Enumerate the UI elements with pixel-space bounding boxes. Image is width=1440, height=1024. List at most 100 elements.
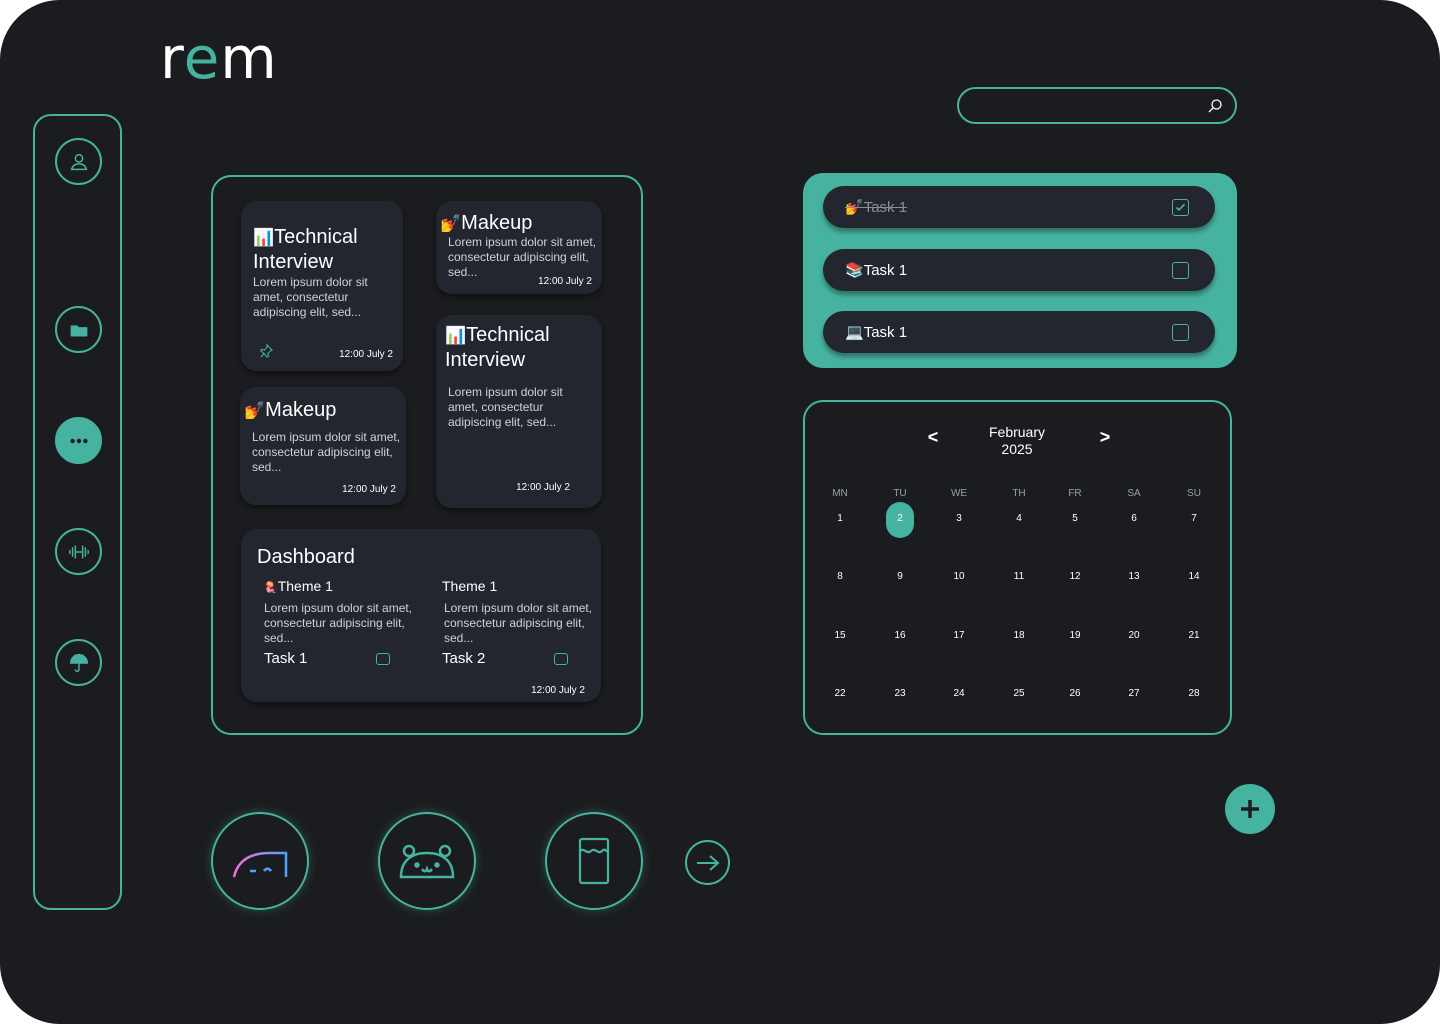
note-body: Lorem ipsum dolor sit amet, consectetur …: [253, 275, 368, 319]
task-row[interactable]: 📚Task 1: [823, 249, 1215, 291]
sidebar: [33, 114, 122, 910]
note-time: 12:00 July 2: [342, 484, 396, 495]
app-logo: rem: [160, 24, 278, 92]
task-row[interactable]: 💅Task 1: [823, 186, 1215, 228]
task-checkbox[interactable]: [1172, 324, 1189, 341]
speedometer-face-icon: [232, 851, 288, 878]
calendar-prev-button[interactable]: <: [923, 427, 943, 448]
theme-title: Theme 1: [442, 578, 498, 594]
calendar-day[interactable]: 17: [939, 630, 979, 641]
note-time: 12:00 July 2: [339, 349, 393, 360]
note-card[interactable]: 💅Makeup Lorem ipsum dolor sit amet, cons…: [240, 387, 406, 505]
sidebar-item-more[interactable]: [55, 417, 102, 464]
note-title: 💅Makeup: [244, 399, 337, 421]
calendar-weekday: MN: [832, 488, 848, 499]
calendar-day[interactable]: 16: [880, 630, 920, 641]
search-bar[interactable]: [957, 87, 1237, 124]
dashboard-task-checkbox[interactable]: [554, 653, 568, 665]
calendar-day[interactable]: 7: [1174, 513, 1214, 524]
calendar-day[interactable]: 23: [880, 688, 920, 699]
dashboard-task-label: Task 2: [442, 650, 486, 667]
note-title: 💅Makeup: [440, 212, 533, 234]
next-button[interactable]: [685, 840, 730, 885]
app-window: rem 📊Technical Interview Lorem ipsum dol…: [0, 0, 1440, 1024]
calendar-day[interactable]: 5: [1055, 513, 1095, 524]
task-checkbox[interactable]: [1172, 199, 1189, 216]
calendar-day[interactable]: 26: [1055, 688, 1095, 699]
quick-app-bear[interactable]: [378, 812, 476, 910]
calendar-next-button[interactable]: >: [1095, 427, 1115, 448]
calendar-day[interactable]: 22: [820, 688, 860, 699]
theme-title: 🪼Theme 1: [264, 578, 333, 594]
theme-body: Lorem ipsum dolor sit amet, consectetur …: [264, 601, 413, 645]
sidebar-item-profile[interactable]: [55, 138, 102, 185]
pin-icon[interactable]: [259, 344, 273, 358]
calendar-day[interactable]: 21: [1174, 630, 1214, 641]
calendar-day[interactable]: 2: [880, 513, 920, 524]
folder-icon: [70, 324, 87, 336]
quick-app-water[interactable]: [545, 812, 643, 910]
task-checkbox[interactable]: [1172, 262, 1189, 279]
quick-app-speedometer[interactable]: [211, 812, 309, 910]
calendar-weekday: TH: [1012, 488, 1026, 499]
arrow-right-icon: [696, 854, 720, 871]
bear-face-icon: [399, 844, 455, 879]
tasks-panel: 💅Task 1 📚Task 1 💻Task 1: [803, 173, 1237, 368]
calendar-day[interactable]: 19: [1055, 630, 1095, 641]
calendar-day[interactable]: 15: [820, 630, 860, 641]
calendar-day[interactable]: 11: [999, 571, 1039, 582]
note-time: 12:00 July 2: [538, 276, 592, 287]
dashboard-title: Dashboard: [257, 546, 355, 568]
umbrella-icon: [69, 653, 88, 672]
calendar-day[interactable]: 27: [1114, 688, 1154, 699]
calendar-day[interactable]: 4: [999, 513, 1039, 524]
calendar-weekday: WE: [950, 488, 968, 499]
note-card[interactable]: 📊Technical Interview Lorem ipsum dolor s…: [241, 201, 403, 371]
notes-panel: 📊Technical Interview Lorem ipsum dolor s…: [211, 175, 643, 735]
calendar-weekday: TU: [893, 488, 907, 499]
search-input[interactable]: [975, 95, 1205, 117]
calendar-day[interactable]: 25: [999, 688, 1039, 699]
theme-body: Lorem ipsum dolor sit amet, consectetur …: [444, 601, 593, 645]
sidebar-item-files[interactable]: [55, 306, 102, 353]
note-body: Lorem ipsum dolor sit amet, consectetur …: [448, 385, 563, 429]
calendar-day[interactable]: 14: [1174, 571, 1214, 582]
calendar-day[interactable]: 9: [880, 571, 920, 582]
task-row[interactable]: 💻Task 1: [823, 311, 1215, 353]
calendar-day[interactable]: 28: [1174, 688, 1214, 699]
calendar-day[interactable]: 12: [1055, 571, 1095, 582]
task-label: 📚Task 1: [845, 262, 908, 279]
calendar-day[interactable]: 24: [939, 688, 979, 699]
dashboard-time: 12:00 July 2: [531, 685, 585, 696]
add-button[interactable]: [1225, 784, 1275, 834]
note-time: 12:00 July 2: [516, 482, 570, 493]
sidebar-item-fitness[interactable]: [55, 528, 102, 575]
dashboard-card[interactable]: Dashboard 🪼Theme 1 Lorem ipsum dolor sit…: [241, 529, 601, 702]
search-icon[interactable]: [1207, 98, 1223, 114]
note-body: Lorem ipsum dolor sit amet, consectetur …: [448, 235, 597, 279]
calendar-weekday: SU: [1187, 488, 1201, 499]
dashboard-task-label: Task 1: [264, 650, 308, 667]
note-card[interactable]: 💅Makeup Lorem ipsum dolor sit amet, cons…: [436, 201, 602, 294]
dashboard-task-checkbox[interactable]: [376, 653, 390, 665]
calendar-day[interactable]: 18: [999, 630, 1039, 641]
plus-icon: [1241, 800, 1259, 818]
calendar-day[interactable]: 1: [820, 513, 860, 524]
calendar-month-title: February 2025: [988, 424, 1046, 457]
note-title: 📊Technical Interview: [253, 226, 358, 273]
more-icon: [69, 438, 88, 443]
note-card[interactable]: 📊Technical Interview Lorem ipsum dolor s…: [436, 315, 602, 508]
note-title: 📊Technical Interview: [445, 324, 550, 371]
user-icon: [70, 153, 87, 170]
water-glass-icon: [578, 837, 610, 885]
task-label: 💅Task 1: [845, 199, 908, 216]
calendar-day[interactable]: 10: [939, 571, 979, 582]
note-body: Lorem ipsum dolor sit amet, consectetur …: [252, 430, 401, 474]
calendar-day[interactable]: 20: [1114, 630, 1154, 641]
calendar-weekday: SA: [1127, 488, 1141, 499]
calendar-day[interactable]: 6: [1114, 513, 1154, 524]
calendar-day[interactable]: 8: [820, 571, 860, 582]
sidebar-item-weather[interactable]: [55, 639, 102, 686]
calendar-day[interactable]: 13: [1114, 571, 1154, 582]
calendar-day[interactable]: 3: [939, 513, 979, 524]
